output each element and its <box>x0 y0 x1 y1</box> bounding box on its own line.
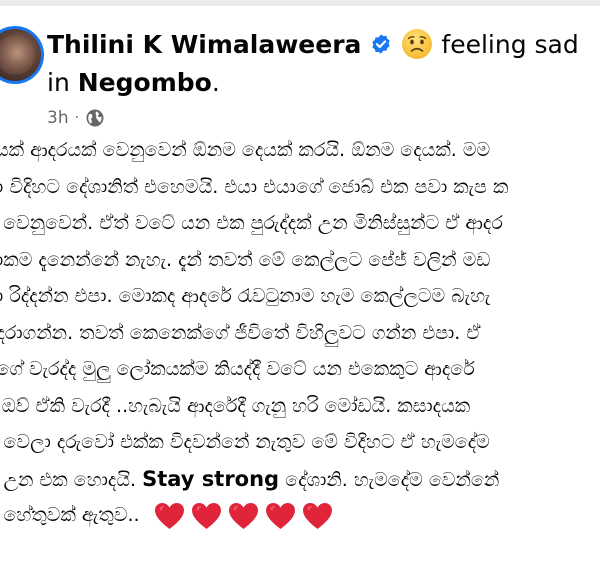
location-suffix: . <box>211 67 220 97</box>
post-header: Thilini K Wimalaweera feeling sad in Neg… <box>47 24 587 128</box>
post-meta: 3h · <box>47 108 587 128</box>
post-text-line: ම ඔව් ඒකි වැරදී ..හැබැයි ආදරේදී ගැනු හරි… <box>0 394 471 417</box>
post-text-line: ා විදිහට දේශානිත් එහෙමයි. එයා එයාගේ ජොබ්… <box>0 175 509 198</box>
red-heart-emoji-icon <box>228 502 258 529</box>
header-line-1: Thilini K Wimalaweera feeling sad <box>47 24 587 64</box>
hearts-row <box>154 502 333 530</box>
post-text-line: ලගේ වැරද්ද මුලු ලෝකයක්ම කියද්දී වටේ යන එ… <box>0 358 475 380</box>
red-heart-emoji-icon <box>302 502 332 529</box>
post-text-line: න් හේතුවක් ඇතුව.. <box>0 497 600 534</box>
globe-icon[interactable] <box>85 108 105 128</box>
post-text-line: න් උන එක හොදයි. Stay strong දේශානි. හැමද… <box>0 461 600 498</box>
top-divider <box>0 0 600 6</box>
meta-separator: · <box>74 110 80 126</box>
post-text-fragment: දේශානි. හැමදේම වෙන්නේ <box>285 468 500 491</box>
location-link[interactable]: Negombo <box>78 68 212 97</box>
header-line-2: in Negombo. <box>47 64 587 100</box>
avatar[interactable] <box>0 26 44 84</box>
post-text-fragment: න් උන එක හොදයි. <box>0 468 137 491</box>
stay-strong-text: Stay strong <box>142 466 280 491</box>
red-heart-emoji-icon <box>154 502 184 529</box>
red-heart-emoji-icon <box>265 502 295 529</box>
post-text-line: න් වෙලා දරුවෝ එක්ක විදවන්නේ නැතුව මේ විද… <box>0 431 490 453</box>
red-heart-emoji-icon <box>191 502 221 529</box>
post-time[interactable]: 3h <box>47 108 69 128</box>
post-text-line: යෙක් ආදරයක් වෙනුවෙන් ඕනම දෙයක් කරයි. ඕනම… <box>0 139 491 161</box>
post-text-line: ද් දරාගන්න. තවත් කෙනෙක්ගේ ජීවිතේ විහිලුව… <box>0 321 481 344</box>
post-text-line: ී වෙනුවෙන්. ඒත් වටේ යන එක පුරුද්දක් උන ම… <box>0 212 503 234</box>
post-text-line: ාකම දැනෙන්නේ නැහැ. දැන් තවත් මේ කෙල්ලට ප… <box>0 248 491 271</box>
feeling-text: feeling sad <box>441 29 579 59</box>
post-body: යෙක් ආදරයක් වෙනුවෙන් ඕනම දෙයක් කරයි. ඕනම… <box>0 132 600 534</box>
author-name[interactable]: Thilini K Wimalaweera <box>47 30 361 59</box>
post-text-fragment: න් හේතුවක් ඇතුව.. <box>0 504 140 526</box>
location-prefix: in <box>47 67 70 97</box>
post-text-line: ා රිද්දන්න එපා. මොකද ආදරේ රැවටුනාම හැම ක… <box>0 285 491 307</box>
sad-face-emoji-icon <box>402 29 433 59</box>
verified-badge-icon <box>372 34 391 54</box>
